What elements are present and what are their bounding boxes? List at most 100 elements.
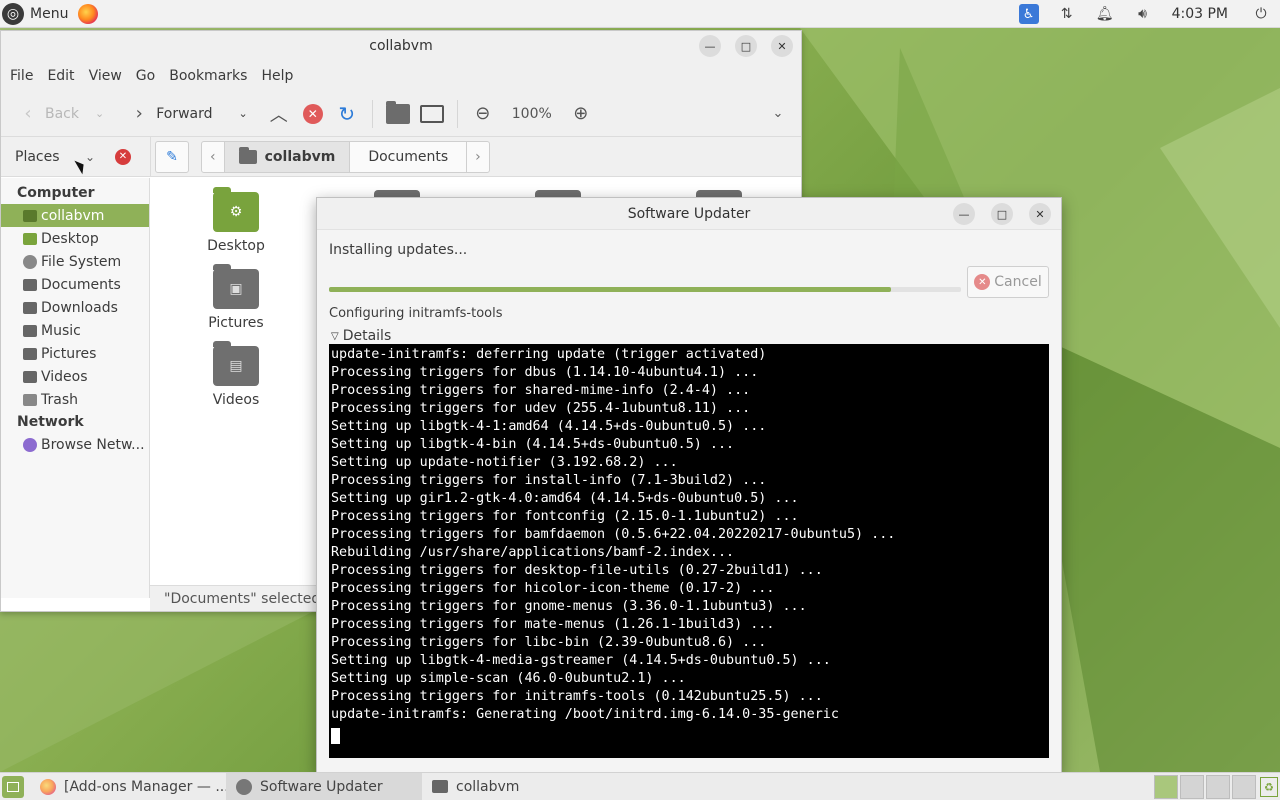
location-bar: Places ⌄ ✕ ✎ ‹ collabvm Documents ›	[1, 136, 801, 177]
notification-bell-icon[interactable]: 🔔︎	[1086, 0, 1124, 28]
edit-location-button[interactable]: ✎	[155, 140, 189, 173]
workspace-4[interactable]	[1232, 775, 1256, 799]
sidebar-item-desktop[interactable]: Desktop	[1, 227, 149, 250]
cancel-icon: ✕	[974, 274, 991, 290]
sidebar-item-downloads[interactable]: Downloads	[1, 296, 149, 319]
maximize-button[interactable]: □	[735, 35, 757, 57]
sidebar: Computer collabvm Desktop File System Do…	[1, 178, 150, 598]
terminal-line: Setting up libgtk-4-1:amd64 (4.14.5+ds-0…	[331, 419, 767, 434]
terminal-output[interactable]: update-initramfs: deferring update (trig…	[329, 344, 1049, 758]
sidebar-item-label: Browse Netw...	[41, 436, 145, 453]
menu-go[interactable]: Go	[129, 68, 162, 84]
drive-icon	[23, 254, 37, 269]
file-tile-pictures[interactable]: ▣ Pictures	[191, 264, 281, 331]
close-button[interactable]: ✕	[1029, 203, 1051, 225]
menu-button[interactable]: ◎ Menu	[0, 0, 68, 28]
forward-button[interactable]: › Forward ⌄	[122, 97, 262, 131]
breadcrumb-next-icon[interactable]: ›	[467, 142, 489, 172]
menu-bookmarks[interactable]: Bookmarks	[162, 68, 254, 84]
sidebar-item-videos[interactable]: Videos	[1, 365, 149, 388]
task-label: [Add-ons Manager — ...	[64, 778, 226, 795]
network-icon[interactable]: ⇅	[1048, 0, 1086, 28]
clock[interactable]: 4:03 PM	[1162, 6, 1242, 22]
workspace-2[interactable]	[1180, 775, 1204, 799]
back-label: Back	[45, 105, 79, 122]
details-expander[interactable]: ▽ Details	[331, 328, 391, 344]
menu-view[interactable]: View	[82, 68, 129, 84]
network-globe-icon	[23, 437, 37, 452]
computer-button[interactable]	[415, 97, 449, 131]
toolbar-overflow-chevron-icon[interactable]: ⌄	[761, 97, 795, 131]
task-collabvm[interactable]: collabvm	[422, 773, 618, 800]
forward-label: Forward	[156, 105, 213, 122]
terminal-line: Processing triggers for gnome-menus (3.3…	[331, 599, 807, 614]
maximize-button[interactable]: □	[991, 203, 1013, 225]
ubuntu-logo-icon: ◎	[2, 2, 24, 25]
software-updater-titlebar[interactable]: Software Updater — □ ✕	[317, 198, 1061, 230]
sidebar-item-label: Downloads	[41, 299, 118, 316]
close-button[interactable]: ✕	[771, 35, 793, 57]
up-arrow-icon[interactable]: ︿	[262, 97, 296, 131]
stop-icon: ✕	[302, 103, 323, 124]
file-tile-desktop[interactable]: ⚙ Desktop	[191, 187, 281, 254]
minimize-button[interactable]: —	[699, 35, 721, 57]
terminal-line: Setting up simple-scan (46.0-0ubuntu2.1)…	[331, 671, 686, 686]
folder-icon	[385, 100, 410, 124]
reload-icon[interactable]: ↻	[330, 97, 364, 131]
videos-folder-icon: ▤	[213, 341, 259, 386]
accessibility-indicator[interactable]: ♿	[1010, 0, 1048, 28]
cancel-button[interactable]: ✕ Cancel	[967, 266, 1049, 298]
chevron-left-icon: ‹	[24, 103, 32, 124]
workspace-3[interactable]	[1206, 775, 1230, 799]
sidebar-item-pictures[interactable]: Pictures	[1, 342, 149, 365]
folder-icon	[23, 324, 37, 337]
sidebar-item-collabvm[interactable]: collabvm	[1, 204, 149, 227]
sidebar-item-music[interactable]: Music	[1, 319, 149, 342]
stop-button[interactable]: ✕	[296, 97, 330, 131]
window-title: Software Updater	[627, 205, 751, 222]
close-sidebar-icon[interactable]: ✕	[115, 148, 131, 165]
trash-applet-icon[interactable]: ♻	[1260, 777, 1278, 797]
breadcrumb-documents[interactable]: Documents	[350, 141, 468, 172]
sidebar-item-documents[interactable]: Documents	[1, 273, 149, 296]
terminal-line: update-initramfs: Generating /boot/initr…	[331, 707, 839, 722]
task-addons-manager[interactable]: [Add-ons Manager — ...	[30, 773, 226, 800]
sidebar-item-browse-network[interactable]: Browse Netw...	[1, 433, 149, 456]
sidebar-item-label: Videos	[41, 368, 88, 385]
show-desktop-icon[interactable]	[2, 775, 24, 798]
folder-icon	[432, 780, 448, 793]
power-icon[interactable]: ⏻	[1242, 0, 1280, 28]
volume-icon[interactable]: 🔊︎	[1124, 0, 1162, 28]
desktop-icon	[23, 232, 37, 245]
folder-icon	[23, 347, 37, 360]
sidebar-item-trash[interactable]: Trash	[1, 388, 149, 411]
menu-label: Menu	[30, 5, 69, 22]
menu-help[interactable]: Help	[254, 68, 300, 84]
chevron-down-icon: ⌄	[95, 107, 105, 120]
terminal-line: Setting up libgtk-4-bin (4.14.5+ds-0ubun…	[331, 437, 735, 452]
chevron-right-icon: ›	[135, 103, 143, 124]
zoom-in-icon[interactable]: ⊕	[564, 97, 598, 131]
update-status-text: Installing updates...	[329, 242, 468, 258]
terminal-line: Processing triggers for initramfs-tools …	[331, 689, 823, 704]
zoom-out-icon[interactable]: ⊖	[466, 97, 500, 131]
menu-edit[interactable]: Edit	[40, 68, 81, 84]
sidebar-item-label: Desktop	[41, 230, 99, 247]
places-selector[interactable]: Places ⌄ ✕	[1, 136, 151, 177]
back-button[interactable]: ‹ Back ⌄	[11, 97, 122, 131]
home-folder-button[interactable]	[381, 97, 415, 131]
minimize-button[interactable]: —	[953, 203, 975, 225]
breadcrumb-collabvm[interactable]: collabvm	[224, 141, 351, 172]
breadcrumb-prev-icon[interactable]: ‹	[202, 141, 225, 172]
sidebar-item-label: File System	[41, 253, 122, 270]
sidebar-item-file-system[interactable]: File System	[1, 250, 149, 273]
terminal-line: Processing triggers for desktop-file-uti…	[331, 563, 823, 578]
cancel-label: Cancel	[994, 274, 1042, 290]
task-software-updater[interactable]: Software Updater	[226, 772, 422, 800]
folder-icon	[23, 301, 37, 314]
file-tile-videos[interactable]: ▤ Videos	[191, 341, 281, 408]
workspace-1[interactable]	[1154, 775, 1178, 799]
file-manager-titlebar[interactable]: collabvm — □ ✕	[1, 31, 801, 61]
menu-file[interactable]: File	[3, 68, 40, 84]
firefox-icon[interactable]	[78, 3, 99, 24]
